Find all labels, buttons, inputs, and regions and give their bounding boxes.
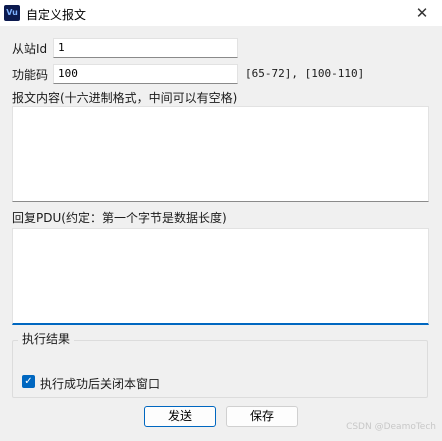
send-button[interactable]: 发送 [144, 406, 216, 427]
checkmark-icon: ✓ [24, 376, 33, 387]
close-button[interactable]: ✕ [402, 0, 442, 26]
save-button[interactable]: 保存 [226, 406, 298, 427]
title-bar: Vu 自定义报文 ✕ [0, 0, 442, 26]
slave-id-input[interactable]: 1 [53, 38, 238, 58]
reply-pdu-label: 回复PDU(约定：第一个字节是数据长度) [12, 211, 227, 225]
close-after-success-label[interactable]: 执行成功后关闭本窗口 [40, 375, 160, 392]
app-icon: Vu [4, 5, 20, 21]
function-code-input[interactable]: 100 [53, 64, 238, 84]
close-icon: ✕ [415, 4, 429, 22]
function-code-label: 功能码 [12, 68, 49, 82]
result-group-label: 执行结果 [18, 330, 75, 347]
window-title: 自定义报文 [26, 8, 87, 22]
slave-id-label: 从站Id [12, 42, 48, 56]
message-content-label: 报文内容(十六进制格式，中间可以有空格) [12, 91, 238, 105]
watermark: CSDN @DeamoTech [346, 422, 436, 432]
message-content-textarea[interactable] [12, 106, 429, 202]
close-after-success-checkbox[interactable]: ✓ [22, 375, 35, 388]
reply-pdu-textarea[interactable] [12, 228, 429, 325]
function-code-range-hint: [65-72], [100-110] [245, 67, 365, 80]
